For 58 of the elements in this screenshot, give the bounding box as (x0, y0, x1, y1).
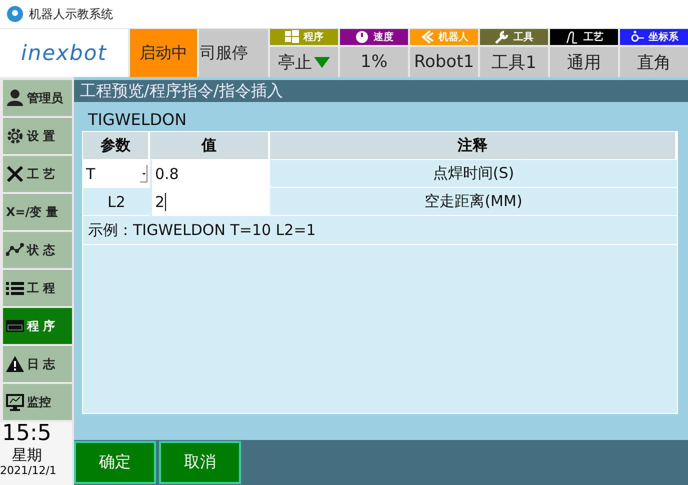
curve-icon (564, 30, 578, 44)
windows-icon (284, 30, 298, 44)
status-value[interactable]: 亭止 (270, 47, 338, 77)
status-value[interactable]: 工具1 (480, 47, 548, 77)
sidebar-item[interactable]: 程 序 (3, 308, 72, 344)
user-icon (6, 89, 24, 107)
status-label: 程序 (304, 30, 324, 44)
status-value[interactable]: 直角 (620, 47, 688, 77)
clock-weekday: 星期 (11, 446, 42, 464)
example-text: 示例：TIGWELDON T=10 L2=1 (88, 220, 316, 240)
monitor-icon (6, 393, 24, 411)
confirm-button[interactable]: 确定 (74, 441, 156, 484)
warning-icon (6, 355, 24, 373)
column-header: 注释 (270, 132, 677, 160)
param-dropdown[interactable]: T (83, 160, 150, 188)
list-icon (6, 279, 24, 297)
sidebar-item[interactable]: X=/变 量 (3, 194, 72, 230)
dropdown-triangle-icon (314, 56, 330, 68)
sidebar-item[interactable]: 工 程 (3, 270, 72, 306)
logo: inexbot (21, 41, 107, 65)
cancel-button[interactable]: 取消 (159, 441, 241, 484)
sidebar-item[interactable]: 管理员 (3, 80, 72, 116)
window-title: 机器人示教系统 (29, 6, 113, 22)
sidebar-item[interactable]: 状 态 (3, 232, 72, 268)
axis-icon (630, 30, 644, 44)
sidebar-item[interactable]: 工 艺 (3, 156, 72, 192)
status-label: 机器人 (438, 30, 468, 44)
column-header: 参数 (83, 132, 150, 160)
robot-arm-icon (420, 30, 434, 44)
status-label: 工艺 (584, 30, 604, 44)
clock-date: 2021/12/1 (0, 464, 56, 478)
table-cell: L2 (83, 188, 150, 216)
app-icon (7, 6, 23, 22)
settings-icon (6, 127, 24, 145)
status-value[interactable]: 通用 (550, 47, 618, 77)
status-label: 速度 (374, 30, 394, 44)
clock-time: 15:5 (1, 422, 52, 446)
value-field[interactable]: 0.8 (152, 160, 270, 188)
table-cell: 空走距离(MM) (270, 188, 677, 216)
column-header: 值 (150, 132, 270, 160)
line-chart-icon (6, 241, 24, 259)
status-value[interactable]: Robot1 (410, 47, 478, 77)
code-window-icon (6, 317, 24, 335)
run-state-indicator: 启动中 (130, 29, 197, 77)
caret-icon (140, 164, 148, 182)
wrench-icon (494, 30, 508, 44)
tools-icon (6, 165, 24, 183)
breadcrumb: 工程预览/程序指令/指令插入 (80, 80, 283, 102)
sidebar-item[interactable]: 设 置 (3, 118, 72, 154)
value-field[interactable]: 2 (152, 188, 270, 216)
servo-state: 司服停 (200, 42, 248, 64)
status-value[interactable]: 1% (340, 47, 408, 77)
sidebar-item[interactable]: 日 志 (3, 346, 72, 382)
table-cell: 点焊时间(S) (270, 160, 677, 188)
status-label: 工具 (514, 30, 534, 44)
sidebar-item[interactable]: 监控 (3, 384, 72, 420)
instruction-name: TIGWELDON (87, 109, 188, 131)
status-label: 坐标系 (648, 30, 678, 44)
